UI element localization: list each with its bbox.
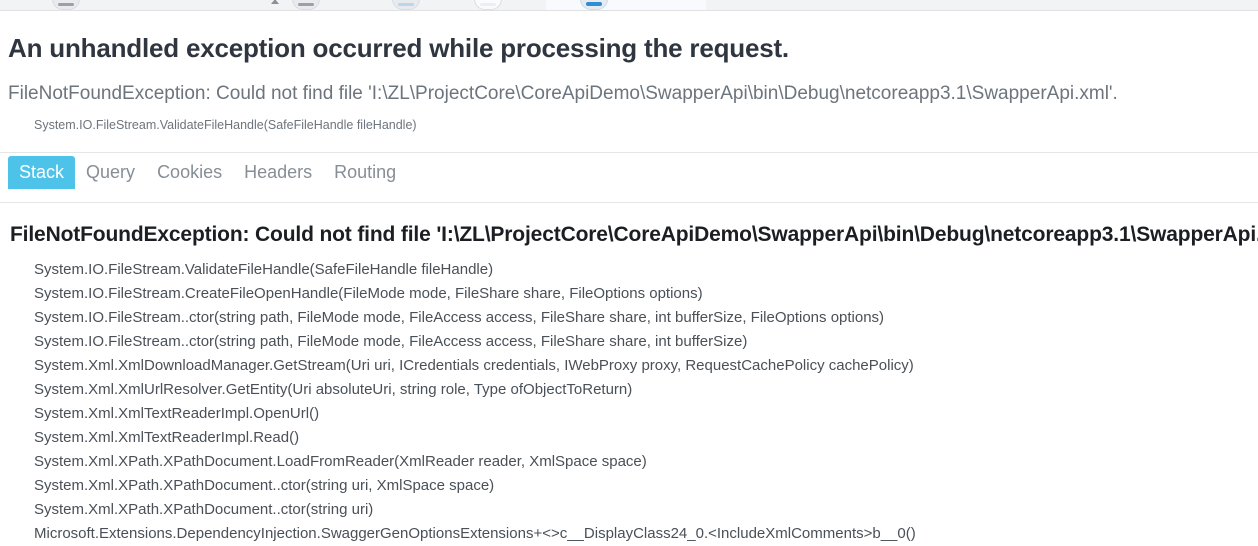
stack-frame: System.Xml.XPath.XPathDocument..ctor(str… [34,501,374,518]
stack-frame: System.Xml.XPath.XPathDocument.LoadFromR… [34,453,647,470]
stack-frame: System.Xml.XmlUrlResolver.GetEntity(Uri … [34,381,633,398]
tab-query[interactable]: Query [75,156,146,189]
page-title: An unhandled exception occurred while pr… [8,33,789,63]
tab-stack[interactable]: Stack [8,156,76,189]
tab-routing[interactable]: Routing [323,156,407,189]
stack-frame: System.Xml.XPath.XPathDocument..ctor(str… [34,477,495,494]
browser-chrome-strip [0,0,1258,11]
stack-frame: System.IO.FileStream..ctor(string path, … [34,333,748,350]
divider-below-tabs-wrap [0,189,1258,203]
stack-frame: System.IO.FileStream.ValidateFileHandle(… [34,261,494,278]
stack-exception-title: FileNotFoundException: Could not find fi… [10,223,1258,246]
exception-summary: FileNotFoundException: Could not find fi… [8,83,1118,104]
stack-frame: Microsoft.Extensions.DependencyInjection… [34,525,916,542]
stack-frame: System.IO.FileStream.CreateFileOpenHandl… [34,285,703,302]
stack-frame: System.IO.FileStream..ctor(string path, … [34,309,885,326]
toolbar-chip-icon[interactable] [474,0,502,10]
toolbar-chip-icon[interactable] [52,0,80,10]
stack-frame-list: System.IO.FileStream.ValidateFileHandle(… [8,248,1250,546]
tab-headers[interactable]: Headers [233,156,323,189]
toolbar-chip-icon[interactable] [292,0,320,10]
developer-exception-page: An unhandled exception occurred while pr… [0,11,1258,546]
tab-bar: Stack Query Cookies Headers Routing [8,153,1250,189]
browser-tab-fragment[interactable] [546,0,706,10]
divider-above-tabs-wrap [0,133,1258,153]
stack-frame: System.Xml.XmlTextReaderImpl.OpenUrl() [34,405,320,422]
exception-top-frame: System.IO.FileStream.ValidateFileHandle(… [34,118,417,132]
caret-icon[interactable] [271,0,279,4]
toolbar-chip-icon[interactable] [392,0,420,10]
stack-frame: System.Xml.XmlTextReaderImpl.Read() [34,429,300,446]
tab-cookies[interactable]: Cookies [146,156,233,189]
stack-frame: System.Xml.XmlDownloadManager.GetStream(… [34,357,914,374]
